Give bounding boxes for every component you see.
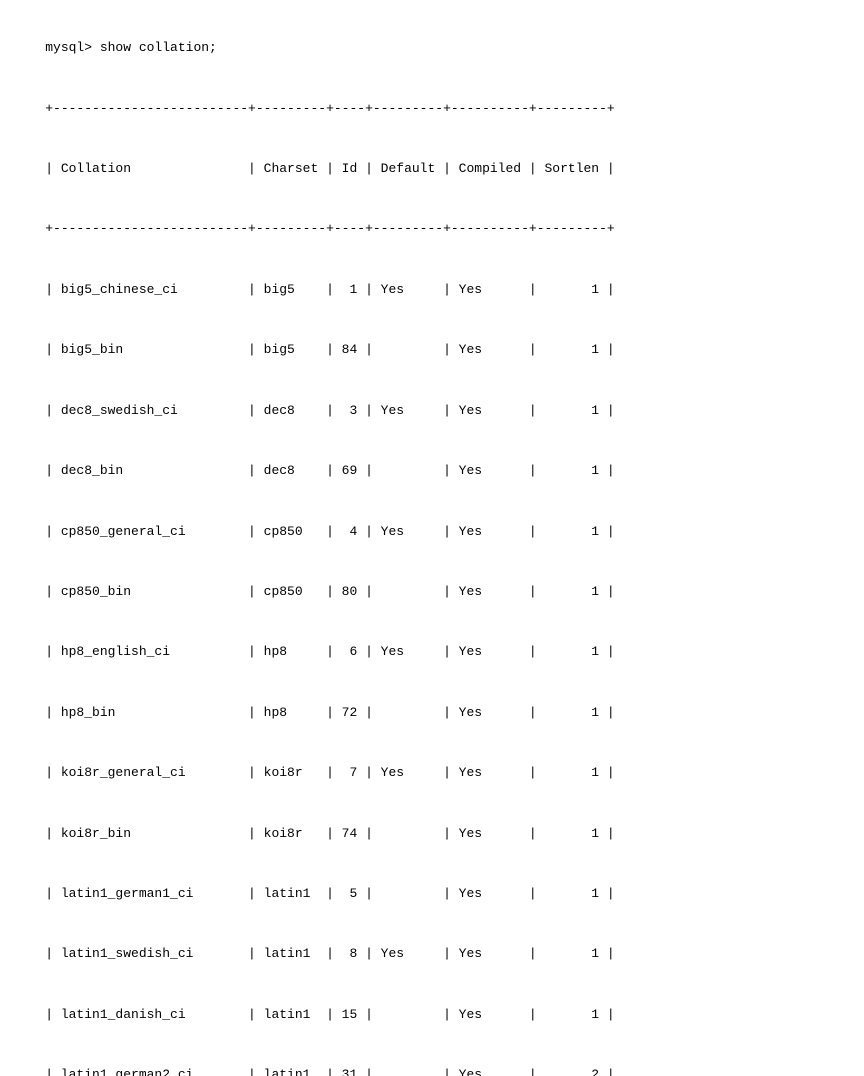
row-8: | koi8r_general_ci | koi8r | 7 | Yes | Y… — [45, 765, 615, 780]
row-2: | dec8_swedish_ci | dec8 | 3 | Yes | Yes… — [45, 403, 615, 418]
row-9: | koi8r_bin | koi8r | 74 | | Yes | 1 | — [45, 826, 615, 841]
separator-mid: +-------------------------+---------+---… — [45, 221, 615, 236]
row-0: | big5_chinese_ci | big5 | 1 | Yes | Yes… — [45, 282, 615, 297]
row-12: | latin1_danish_ci | latin1 | 15 | | Yes… — [45, 1007, 615, 1022]
row-4: | cp850_general_ci | cp850 | 4 | Yes | Y… — [45, 524, 615, 539]
table-header: | Collation | Charset | Id | Default | C… — [45, 161, 615, 176]
row-11: | latin1_swedish_ci | latin1 | 8 | Yes |… — [45, 946, 615, 961]
separator-top: +-------------------------+---------+---… — [45, 101, 615, 116]
row-10: | latin1_german1_ci | latin1 | 5 | | Yes… — [45, 886, 615, 901]
terminal-content: mysql> show collation; +----------------… — [14, 18, 850, 1076]
row-13: | latin1_german2_ci | latin1 | 31 | | Ye… — [45, 1067, 615, 1076]
row-3: | dec8_bin | dec8 | 69 | | Yes | 1 | — [45, 463, 615, 478]
row-5: | cp850_bin | cp850 | 80 | | Yes | 1 | — [45, 584, 615, 599]
row-7: | hp8_bin | hp8 | 72 | | Yes | 1 | — [45, 705, 615, 720]
row-6: | hp8_english_ci | hp8 | 6 | Yes | Yes |… — [45, 644, 615, 659]
terminal-window: mysql> show collation; +----------------… — [10, 10, 854, 1076]
row-1: | big5_bin | big5 | 84 | | Yes | 1 | — [45, 342, 615, 357]
command-line: mysql> show collation; — [45, 40, 217, 55]
